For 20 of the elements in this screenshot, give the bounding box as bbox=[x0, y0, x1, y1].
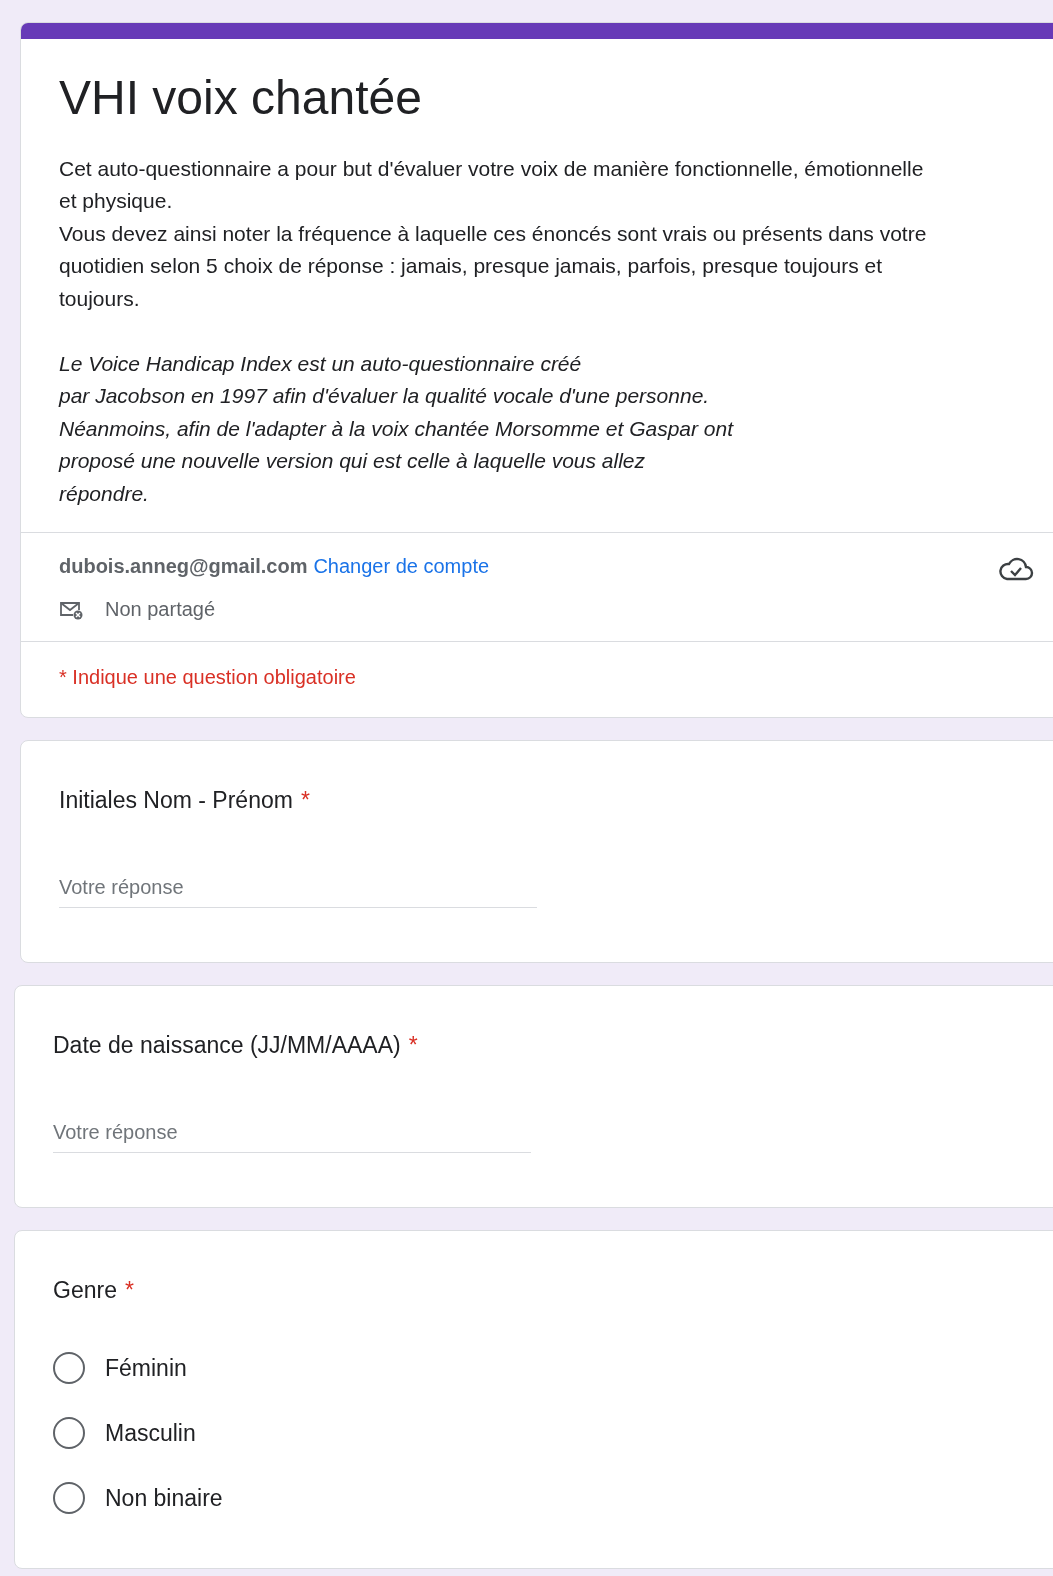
question-title: Date de naissance (JJ/MM/AAAA) bbox=[53, 1032, 401, 1060]
form-title: VHI voix chantée bbox=[59, 70, 423, 126]
radio-button[interactable] bbox=[53, 1482, 85, 1515]
required-note: * Indique une question obligatoire bbox=[58, 665, 357, 691]
required-asterisk: * bbox=[124, 1277, 134, 1305]
radio-button[interactable] bbox=[53, 1417, 85, 1450]
account-email: dubois.anneg@gmail.com bbox=[59, 555, 308, 579]
mail-blocked-icon bbox=[59, 599, 83, 620]
option-label: Masculin bbox=[105, 1419, 196, 1447]
option-label: Non binaire bbox=[105, 1484, 223, 1512]
question-title: Genre bbox=[53, 1277, 117, 1305]
radio-button[interactable] bbox=[53, 1352, 85, 1385]
question-title: Initiales Nom - Prénom bbox=[59, 787, 293, 815]
option-label: Féminin bbox=[105, 1354, 187, 1382]
required-asterisk: * bbox=[300, 787, 310, 815]
form-description: Le Voice Handicap Index est un auto-questionnaire créé par Jacobson en 1997 afin d'évaluer la qualité vocale d'une personne. Néanmoins, afin de l'adapter à la voix chantée Morsomme et Gaspar ont proposé une nouvelle version qui est celle à laquelle vous allez répondre. bbox=[59, 350, 735, 507]
form-description: Cet auto-questionnaire a pour but d'évaluer votre voix de manière fonctionnelle, émotionnelle et physique. Vous devez ainsi noter la fréquence à laquelle ces énoncés sont vrais ou présents dans votre quotidien selon 5 choix de réponse : jamais, presque jamais, parfois, presque toujours et toujours. bbox=[59, 155, 928, 312]
sharing-status: Non partagé bbox=[105, 598, 216, 622]
required-asterisk: * bbox=[408, 1032, 418, 1060]
switch-account-link[interactable]: Changer de compte bbox=[313, 555, 490, 579]
